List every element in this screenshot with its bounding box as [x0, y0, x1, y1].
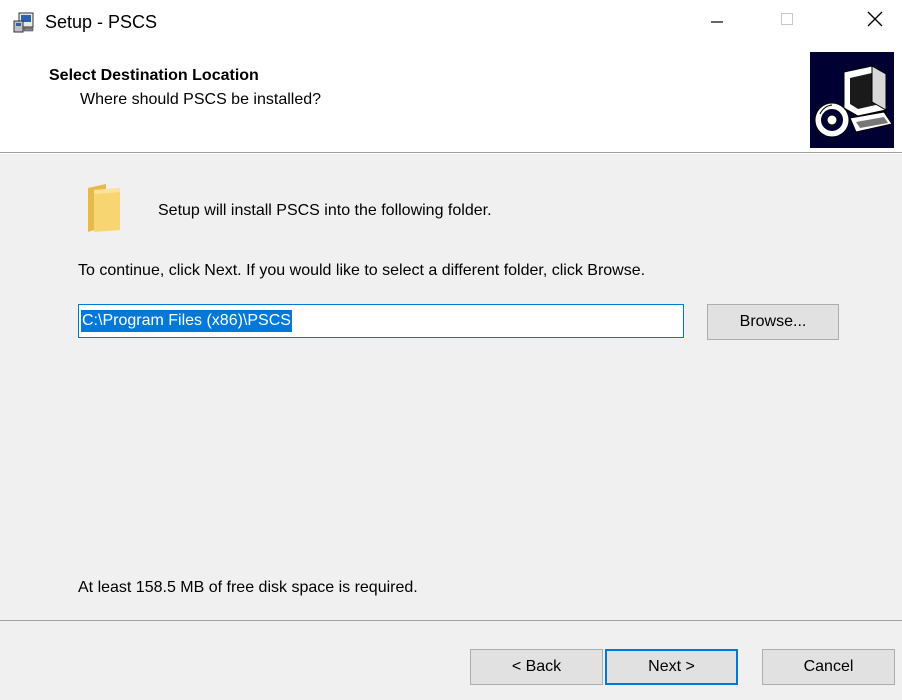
wizard-body: Setup will install PSCS into the followi… — [0, 154, 902, 620]
computer-cd-icon — [810, 52, 894, 148]
close-button[interactable] — [852, 0, 898, 42]
instruction-text: To continue, click Next. If you would li… — [78, 262, 646, 279]
browse-button[interactable]: Browse... — [707, 304, 839, 340]
cancel-button[interactable]: Cancel — [762, 649, 895, 685]
minimize-button[interactable] — [694, 0, 740, 42]
page-subtitle: Where should PSCS be installed? — [80, 91, 322, 108]
next-button[interactable]: Next > — [605, 649, 738, 685]
back-button[interactable]: < Back — [470, 649, 603, 685]
folder-icon — [86, 182, 122, 234]
destination-path-input[interactable]: C:\Program Files (x86)\PSCS — [78, 304, 684, 338]
setup-icon — [13, 11, 35, 33]
destination-path-value: C:\Program Files (x86)\PSCS — [81, 310, 292, 332]
maximize-icon — [780, 12, 794, 31]
setup-window: Setup - PSCS Select Destination Location… — [0, 0, 902, 700]
close-icon — [867, 11, 883, 32]
minimize-icon — [710, 12, 724, 31]
install-description: Setup will install PSCS into the followi… — [158, 202, 492, 219]
page-title: Select Destination Location — [49, 67, 259, 84]
wizard-footer: < Back Next > Cancel — [0, 621, 902, 700]
wizard-header: Select Destination Location Where should… — [0, 46, 902, 152]
disk-space-requirement: At least 158.5 MB of free disk space is … — [78, 579, 418, 596]
title-bar: Setup - PSCS — [0, 0, 902, 46]
maximize-button[interactable] — [764, 0, 810, 42]
window-title: Setup - PSCS — [45, 12, 158, 32]
